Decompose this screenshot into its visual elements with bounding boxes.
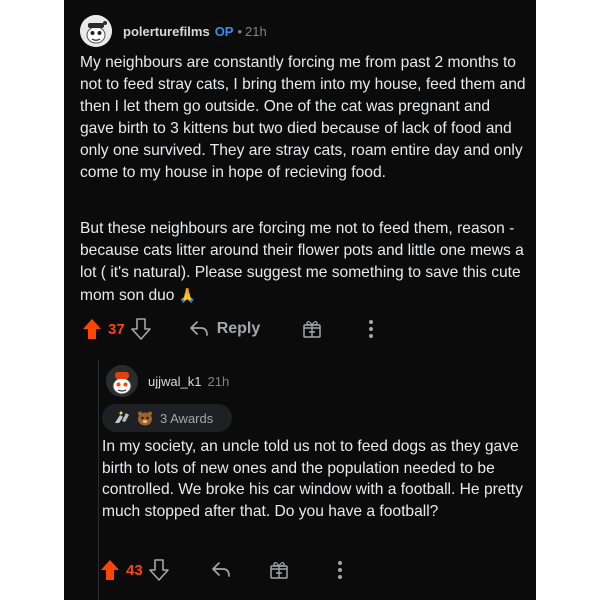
awards-count-label: 3 Awards [160,410,214,426]
arrow-down-icon[interactable] [130,318,151,340]
comment-body: In my society, an uncle told us not to f… [102,438,523,520]
award-animal-icon [136,409,154,427]
meta-separator: • [237,23,243,39]
comment-vote-count: 43 [126,561,143,579]
comment-action-bar: 43 [100,557,343,583]
post-screen: polerturefilms OP • 21h My neighbours ar… [64,0,536,600]
gift-icon[interactable] [269,560,289,580]
post-timestamp: 21h [245,23,267,39]
post-author-username[interactable]: polerturefilms [123,24,210,39]
more-vertical-icon[interactable] [368,319,374,339]
post-author-avatar[interactable] [80,15,112,47]
post-body-paragraph-2-text: But these neighbours are forcing me not … [80,220,524,304]
post-vote-count: 37 [108,320,125,338]
arrow-up-icon[interactable] [82,318,102,340]
post-action-bar: 37 Reply [82,316,374,342]
comment-timestamp: 21h [207,373,230,389]
thread-indent-line [98,360,99,600]
post-header: polerturefilms OP • 21h [80,14,267,48]
more-vertical-icon[interactable] [337,560,343,580]
gift-icon[interactable] [302,319,322,339]
comment-author-username[interactable]: ujjwal_k1 [148,374,201,389]
awards-badge[interactable]: 3 Awards [102,404,232,432]
award-hands-icon [112,409,132,427]
op-badge: OP [214,23,234,39]
comment-header: ujjwal_k1 21h [106,364,229,398]
pray-emoji: 🙏 [178,287,197,303]
arrow-down-icon[interactable] [148,559,169,581]
post-body-paragraph-2: But these neighbours are forcing me not … [80,218,528,307]
reply-label: Reply [216,320,261,337]
reply-arrow-icon [189,320,209,338]
post-body-paragraph-1: My neighbours are constantly forcing me … [80,54,526,181]
arrow-up-icon[interactable] [100,559,120,581]
comment-author-avatar[interactable] [106,365,138,397]
reply-arrow-icon[interactable] [211,561,231,579]
reply-button[interactable]: Reply [189,320,261,338]
